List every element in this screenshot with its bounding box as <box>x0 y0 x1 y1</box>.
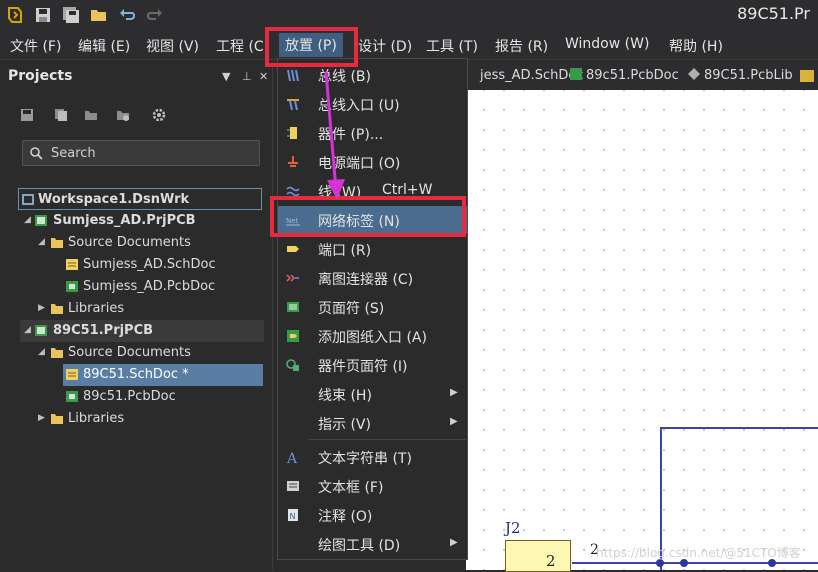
annotation-arrow <box>324 71 345 200</box>
